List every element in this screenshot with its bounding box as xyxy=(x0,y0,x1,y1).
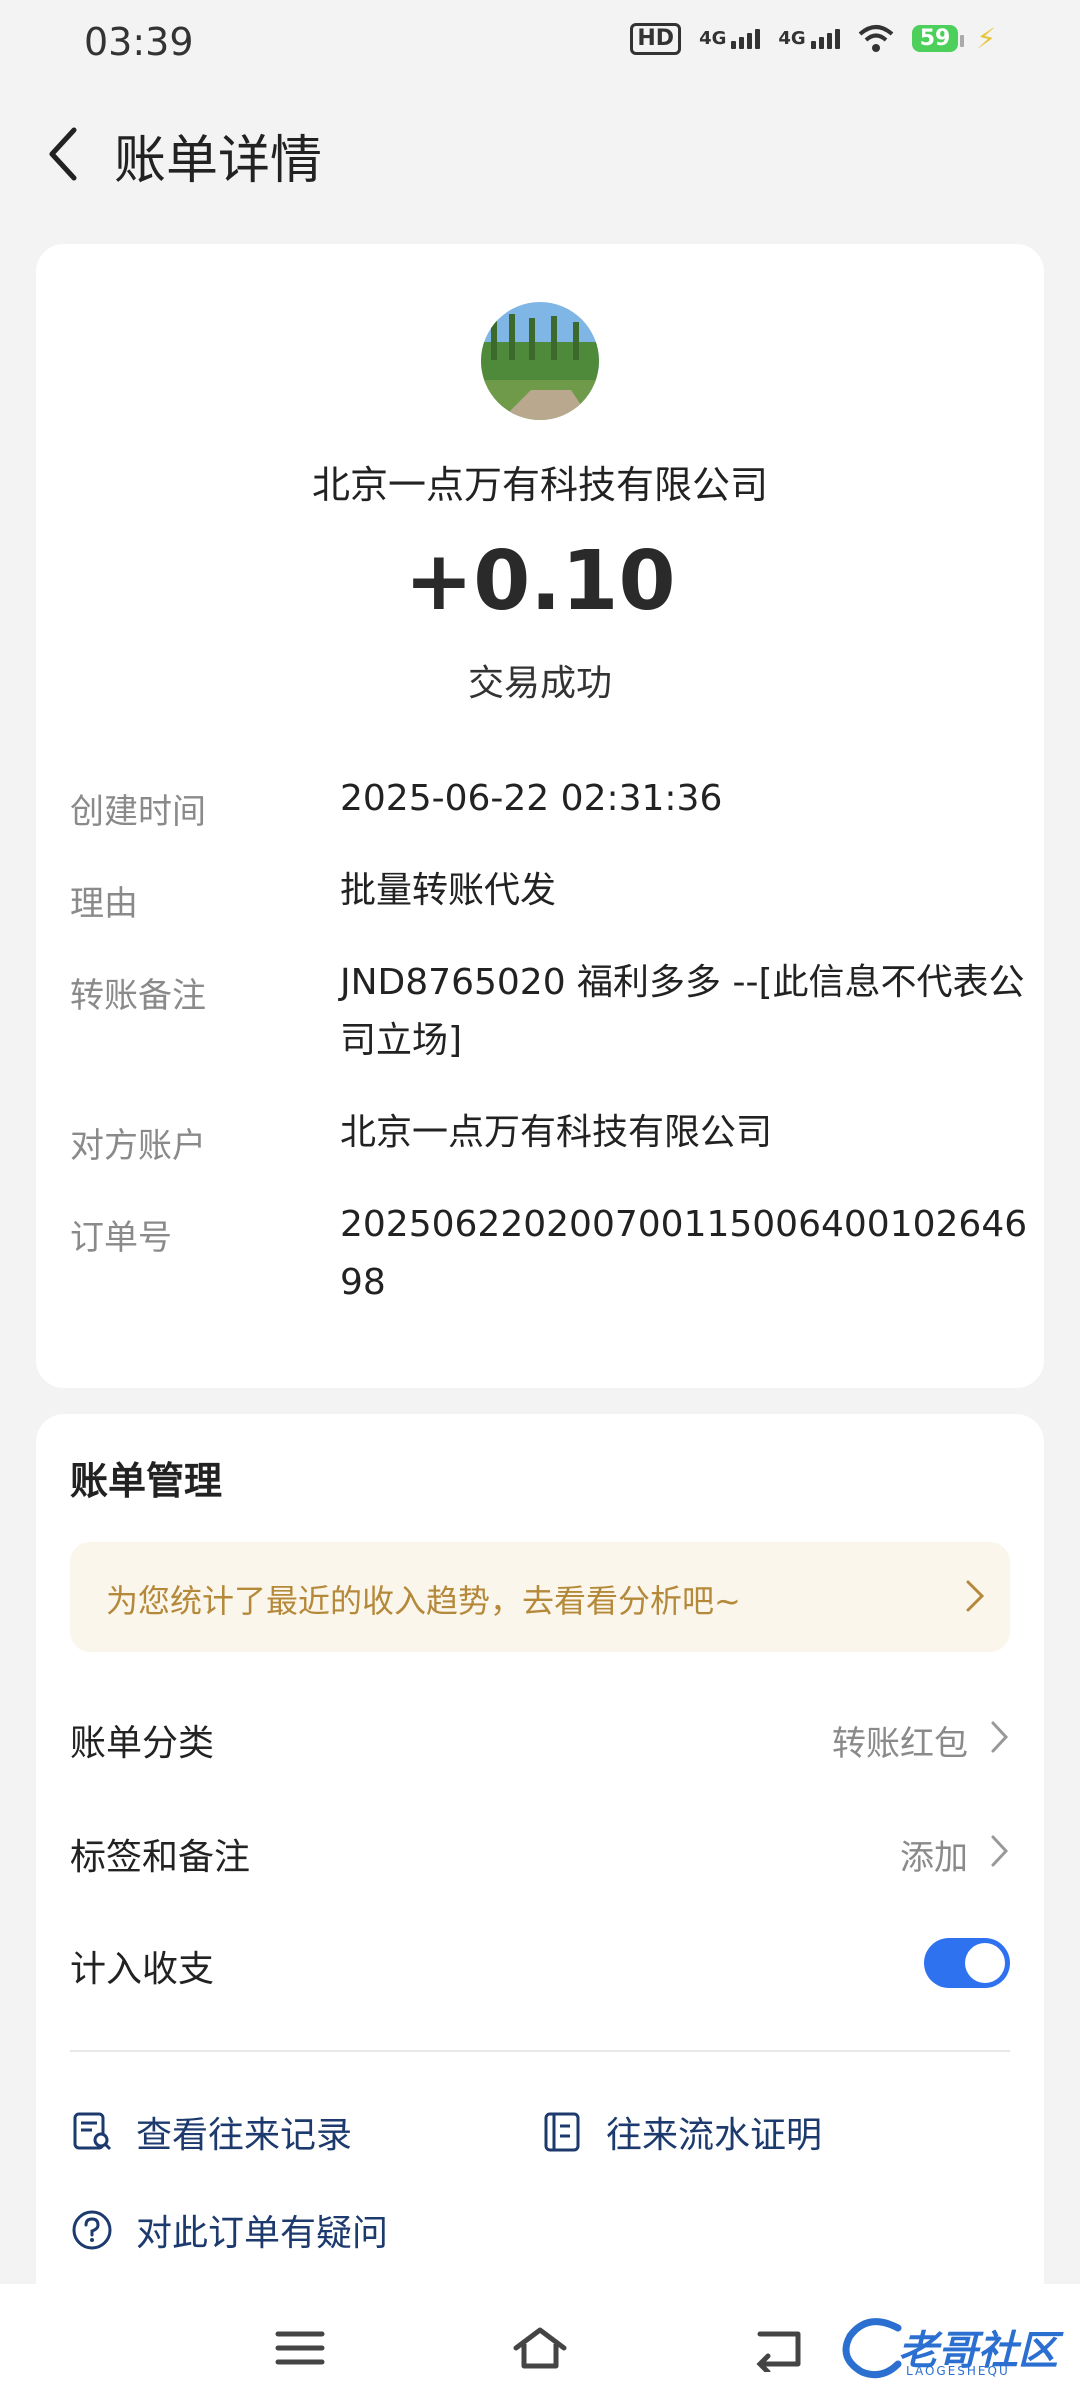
watermark-logo: 老哥社区 LAOGESHEQU xyxy=(838,2306,1068,2386)
income-trend-banner[interactable]: 为您统计了最近的收入趋势，去看看分析吧~ xyxy=(70,1542,1010,1652)
merchant-avatar xyxy=(481,302,599,420)
detail-value-remark: JND8765020 福利多多 --[此信息不代表公司立场] xyxy=(340,962,1025,1061)
record-search-icon xyxy=(73,2112,112,2151)
status-time: 03:39 xyxy=(84,20,194,64)
signal-icon: 4G xyxy=(699,28,761,49)
chevron-right-icon[interactable] xyxy=(990,1834,1010,1868)
wifi-icon xyxy=(858,24,894,52)
order-question-link[interactable]: 对此订单有疑问 xyxy=(70,2204,388,2256)
battery-icon: 59 xyxy=(911,25,964,52)
status-bar: 03:39 HD 4G 4G 59 ⚡ xyxy=(0,0,1080,88)
chevron-right-icon[interactable] xyxy=(990,1720,1010,1754)
chevron-left-icon[interactable] xyxy=(36,122,96,186)
divider xyxy=(70,2050,1010,2052)
home-icon[interactable] xyxy=(510,2324,570,2372)
view-records-link[interactable]: 查看往来记录 xyxy=(70,2106,352,2158)
bill-detail-card: 北京一点万有科技有限公司 +0.10 交易成功 创建时间 2025-06-22 … xyxy=(36,244,1044,1388)
menu-icon[interactable] xyxy=(270,2324,330,2372)
bill-category-value[interactable]: 转账红包 xyxy=(832,1716,968,1765)
status-icons: HD 4G 4G 59 ⚡ xyxy=(630,22,996,55)
include-in-stats-label: 计入收支 xyxy=(70,1949,215,1990)
detail-value-order: 202506220200700115006400102646 98 xyxy=(340,1204,1028,1303)
app-header: 账单详情 xyxy=(0,100,1080,210)
order-question-label: 对此订单有疑问 xyxy=(136,2213,389,2254)
detail-label-reason: 理由 xyxy=(70,884,138,924)
signal-icon: 4G xyxy=(778,28,840,49)
transaction-amount: +0.10 xyxy=(404,534,676,629)
transaction-status: 交易成功 xyxy=(467,663,612,704)
detail-value-counterparty: 北京一点万有科技有限公司 xyxy=(340,1112,773,1153)
hd-icon: HD xyxy=(630,22,682,55)
detail-label-order: 订单号 xyxy=(70,1218,172,1258)
tip-text: 为您统计了最近的收入趋势，去看看分析吧~ xyxy=(106,1582,741,1620)
bill-management-card: 账单管理 为您统计了最近的收入趋势，去看看分析吧~ 账单分类 转账红包 标签和备… xyxy=(36,1414,1044,2314)
back-icon[interactable] xyxy=(750,2324,810,2372)
chevron-right-icon xyxy=(966,1580,985,1612)
detail-label-created: 创建时间 xyxy=(70,792,206,832)
detail-label-counterparty: 对方账户 xyxy=(70,1126,206,1166)
page-title: 账单详情 xyxy=(114,131,323,191)
tags-label: 标签和备注 xyxy=(70,1837,251,1878)
include-in-stats-toggle[interactable] xyxy=(924,1938,1010,1988)
detail-value-created: 2025-06-22 02:31:36 xyxy=(340,778,723,819)
watermark-subtext: LAOGESHEQU xyxy=(906,2364,1010,2378)
toggle-knob xyxy=(965,1943,1005,1983)
tags-add-value[interactable]: 添加 xyxy=(900,1830,968,1879)
charging-icon: ⚡ xyxy=(976,22,996,55)
detail-value-reason: 批量转账代发 xyxy=(340,870,557,911)
view-records-label: 查看往来记录 xyxy=(136,2115,353,2156)
statement-proof-link[interactable]: 往来流水证明 xyxy=(540,2106,822,2158)
system-navbar: 老哥社区 LAOGESHEQU xyxy=(0,2284,1080,2408)
statement-icon xyxy=(544,2112,580,2152)
statement-proof-label: 往来流水证明 xyxy=(606,2115,823,2156)
section-title: 账单管理 xyxy=(70,1459,223,1503)
bill-category-label: 账单分类 xyxy=(70,1723,215,1764)
merchant-name: 北京一点万有科技有限公司 xyxy=(311,463,768,507)
question-icon xyxy=(72,2210,112,2250)
detail-label-remark: 转账备注 xyxy=(70,976,206,1016)
